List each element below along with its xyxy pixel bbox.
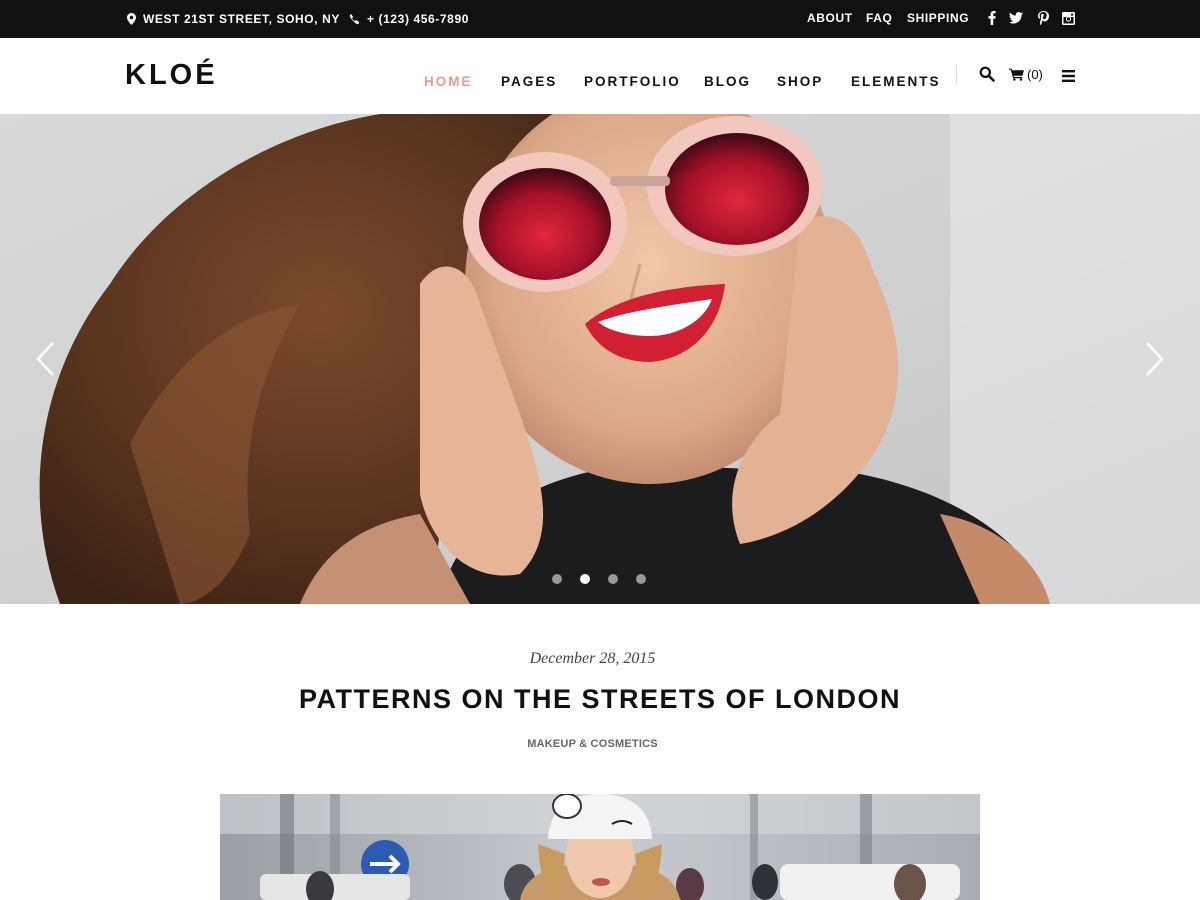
post-title[interactable]: PATTERNS ON THE STREETS OF LONDON [0, 684, 1200, 715]
nav-item-portfolio[interactable]: PORTFOLIO [584, 74, 681, 89]
slider-next-arrow-icon[interactable] [1143, 340, 1167, 378]
instagram-icon[interactable] [1061, 11, 1075, 25]
nav-item-blog[interactable]: BLOG [704, 74, 751, 89]
nav-item-home[interactable]: HOME [424, 74, 473, 89]
top-bar: WEST 21ST STREET, SOHO, NY + (123) 456-7… [0, 0, 1200, 38]
nav-item-elements[interactable]: ELEMENTS [851, 74, 941, 89]
slider-dot-4[interactable] [636, 574, 646, 584]
slider-dot-2[interactable] [580, 574, 590, 584]
address-text: WEST 21ST STREET, SOHO, NY [143, 12, 340, 26]
cart-count: (0) [1027, 67, 1043, 82]
slider-pagination [552, 574, 664, 584]
about-link[interactable]: ABOUT [807, 11, 853, 25]
slider-dot-1[interactable] [552, 574, 562, 584]
hero-slide-image [0, 114, 1200, 604]
faq-link[interactable]: FAQ [866, 11, 892, 25]
post-date: December 28, 2015 [529, 650, 656, 667]
location-pin-icon [127, 13, 136, 25]
phone-icon [349, 13, 360, 24]
hero-slider [0, 114, 1200, 604]
site-logo[interactable]: KLOÉ [125, 58, 218, 92]
facebook-icon[interactable] [985, 11, 999, 25]
slider-prev-arrow-icon[interactable] [33, 340, 57, 378]
address-info: WEST 21ST STREET, SOHO, NY [127, 0, 340, 38]
nav-item-pages[interactable]: PAGES [501, 74, 557, 89]
hamburger-menu-icon[interactable] [1062, 69, 1075, 82]
search-icon[interactable] [979, 66, 995, 82]
slider-dot-3[interactable] [608, 574, 618, 584]
nav-divider [956, 65, 957, 85]
cart-button[interactable]: (0) [1009, 67, 1043, 82]
twitter-icon[interactable] [1009, 11, 1023, 25]
post-featured-image[interactable] [220, 794, 980, 900]
phone-text: + (123) 456-7890 [367, 12, 470, 26]
post-category[interactable]: MAKEUP & COSMETICS [0, 738, 1185, 750]
shipping-link[interactable]: SHIPPING [907, 11, 969, 25]
nav-item-shop[interactable]: SHOP [777, 74, 823, 89]
phone-info: + (123) 456-7890 [349, 0, 469, 38]
main-header: KLOÉ HOME PAGES PORTFOLIO BLOG SHOP ELEM… [0, 38, 1200, 114]
cart-icon [1009, 68, 1024, 81]
pinterest-icon[interactable] [1036, 11, 1050, 25]
